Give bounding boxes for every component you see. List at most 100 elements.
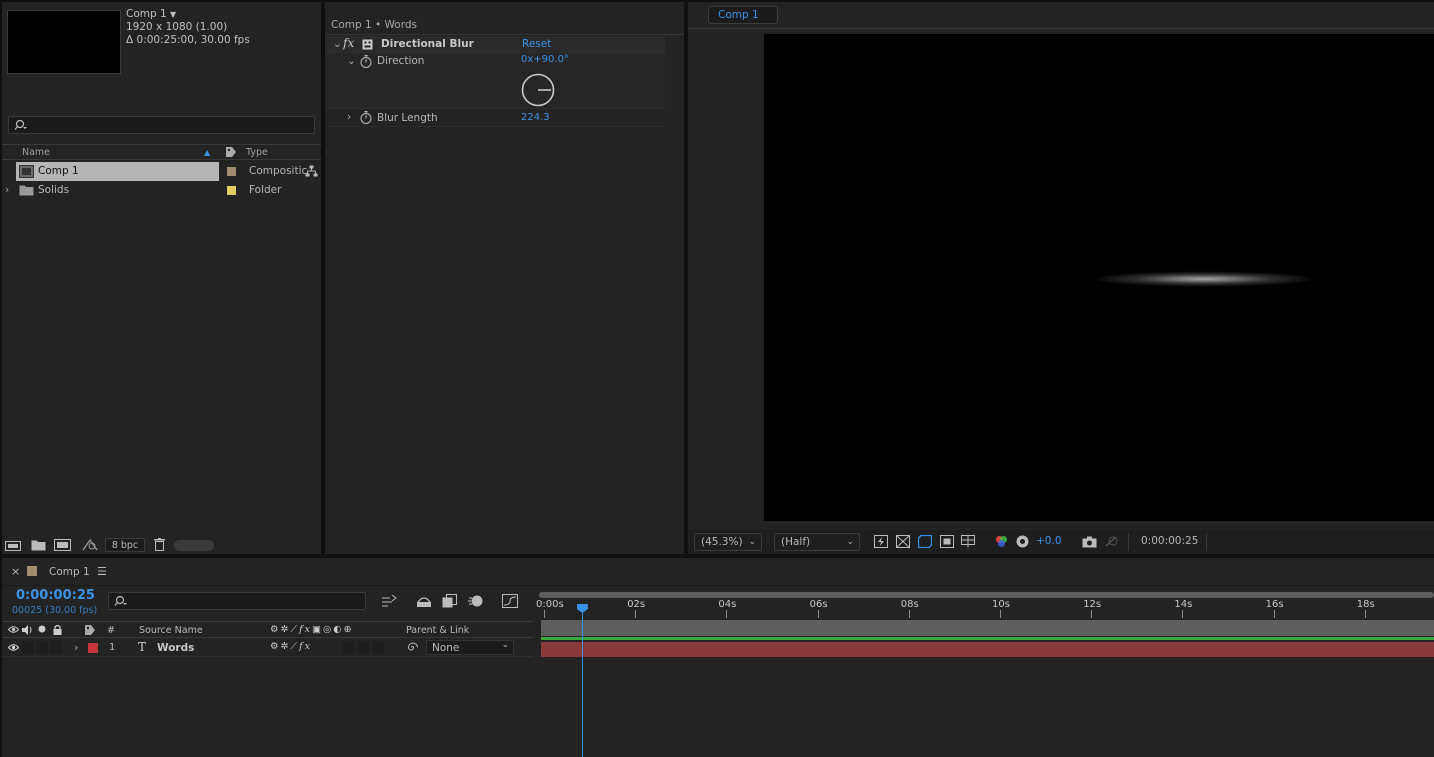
direction-label: Direction <box>377 55 425 67</box>
cache-indicator <box>541 637 1434 640</box>
speaker-icon[interactable] <box>22 625 33 635</box>
direction-value[interactable]: 0x+90.0° <box>521 54 569 65</box>
viewer-timecode[interactable]: 0:00:00:25 <box>1141 535 1198 547</box>
ruler-tick <box>726 610 728 618</box>
folder-icon[interactable] <box>31 539 46 551</box>
comp-info-name: Comp 1 <box>126 8 167 20</box>
ruler-label: 0:00s <box>536 599 564 610</box>
label-swatch[interactable] <box>227 167 236 176</box>
fx-icon[interactable]: fx <box>343 36 354 50</box>
comp-info-duration: Δ 0:00:25:00, 30.00 fps <box>126 34 250 46</box>
exposure-icon[interactable] <box>1016 535 1029 548</box>
column-source-name[interactable]: Source Name <box>139 625 203 636</box>
exposure-value[interactable]: +0.0 <box>1036 535 1062 547</box>
label-icon[interactable] <box>84 624 96 636</box>
composition-canvas[interactable] <box>764 34 1434 521</box>
sort-ascending-icon[interactable]: ▲ <box>204 148 210 157</box>
panel-menu-icon[interactable]: ☰ <box>97 565 107 578</box>
bpc-label[interactable]: 8 bpc <box>105 538 145 552</box>
project-item-solids[interactable]: › Solids Folder <box>2 181 321 200</box>
layer-switches[interactable]: ⚙✲⟋fx <box>270 641 312 652</box>
lock-icon[interactable] <box>53 624 62 635</box>
playhead[interactable] <box>576 604 588 757</box>
stopwatch-icon[interactable] <box>360 111 372 124</box>
project-item-label: Solids <box>38 184 70 196</box>
effect-directional-blur[interactable]: ⌄ fx Directional Blur Reset <box>325 36 665 53</box>
ruler-label: 08s <box>900 599 919 610</box>
region-of-interest-icon[interactable] <box>940 535 954 548</box>
chevron-right-icon[interactable]: › <box>74 641 78 654</box>
column-number[interactable]: # <box>107 625 115 636</box>
comp-mini-flowchart-icon[interactable] <box>382 595 398 607</box>
effect-preset-icon[interactable] <box>362 39 373 50</box>
eye-icon[interactable] <box>8 625 19 634</box>
zoom-dropdown[interactable]: (45.3%) ⌄ <box>694 533 762 551</box>
new-composition-icon[interactable] <box>54 539 71 551</box>
graph-editor-icon[interactable] <box>502 594 518 608</box>
timeline-panel: × Comp 1 ☰ 0:00:00:25 00025 (30.00 fps) <box>2 558 1434 757</box>
blur-length-value[interactable]: 224.3 <box>521 112 550 123</box>
chevron-right-icon[interactable]: › <box>347 111 351 123</box>
interpret-footage-icon[interactable] <box>5 539 21 551</box>
stopwatch-icon[interactable] <box>360 55 372 68</box>
layer-duration-bar[interactable] <box>541 642 1434 657</box>
resolution-dropdown[interactable]: (Half) ⌄ <box>774 533 860 551</box>
ruler-label: 12s <box>1083 599 1102 610</box>
camera-icon[interactable] <box>1082 536 1097 548</box>
flowchart-icon[interactable] <box>305 165 318 178</box>
mask-visibility-icon[interactable] <box>918 535 932 548</box>
flowchart-settings-icon[interactable] <box>82 539 98 551</box>
switches-icons: ⚙✲⟋fx▣◎◐⊕ <box>270 624 354 635</box>
ruler-tick <box>1273 610 1275 618</box>
fast-previews-icon[interactable] <box>874 535 888 548</box>
current-time[interactable]: 0:00:00:25 <box>16 588 95 603</box>
label-swatch[interactable] <box>227 186 236 195</box>
frame-blending-icon[interactable] <box>442 594 457 608</box>
reset-link[interactable]: Reset <box>522 38 551 50</box>
comp-thumbnail <box>7 10 121 74</box>
param-direction: ⌄ Direction 0x+90.0° <box>325 53 665 109</box>
viewer-tab-label: Comp 1 <box>718 9 759 21</box>
close-icon[interactable]: × <box>11 565 20 578</box>
chevron-down-icon[interactable]: ⌄ <box>347 55 356 67</box>
layer-name[interactable]: Words <box>157 642 194 654</box>
color-wheel-icon[interactable] <box>995 535 1008 548</box>
project-search-input[interactable] <box>8 116 315 134</box>
chevron-down-icon: ⌄ <box>846 537 854 547</box>
project-item-label: Comp 1 <box>38 165 79 177</box>
chevron-down-icon[interactable]: ⌄ <box>333 38 342 50</box>
timeline-search-input[interactable] <box>108 592 366 610</box>
motion-blur-icon[interactable] <box>468 594 483 608</box>
chevron-down-icon[interactable]: ▼ <box>170 10 176 19</box>
eye-icon[interactable] <box>8 643 19 652</box>
grid-guides-icon[interactable] <box>961 535 976 548</box>
transparency-grid-icon[interactable] <box>896 535 910 548</box>
angle-dial[interactable] <box>521 73 555 107</box>
trash-icon[interactable] <box>154 538 165 551</box>
column-name[interactable]: Name <box>22 147 50 158</box>
column-parent-link[interactable]: Parent & Link <box>406 625 469 636</box>
project-item-comp1[interactable]: Comp 1 Compositic <box>2 162 321 181</box>
composition-icon <box>19 165 34 178</box>
layer-row-words[interactable]: › 1 T Words ⚙✲⟋fx None ⌄ <box>2 639 533 657</box>
thumbnail-size-slider[interactable] <box>174 540 214 551</box>
ruler-label: 06s <box>809 599 828 610</box>
viewer-tab-comp1[interactable]: Comp 1 <box>708 6 778 24</box>
blurred-text-render <box>1054 264 1354 294</box>
label-icon[interactable] <box>225 146 237 158</box>
time-ruler[interactable]: 0:00s 02s 04s 06s 08s 10s 12s 14s 16s 18s <box>536 596 1434 620</box>
layer-label-swatch[interactable] <box>88 643 98 653</box>
draft-3d-icon[interactable] <box>416 594 432 608</box>
comp-duration-bar <box>541 620 1434 636</box>
solo-icon[interactable] <box>38 625 46 633</box>
ruler-tick <box>544 610 545 618</box>
chevron-right-icon[interactable]: › <box>5 184 9 196</box>
project-item-type: Folder <box>249 184 282 196</box>
parent-dropdown[interactable]: None ⌄ <box>426 640 514 655</box>
timeline-tab-label[interactable]: Comp 1 <box>49 566 90 578</box>
pickwhip-icon[interactable] <box>407 642 418 653</box>
layer-column-header: # Source Name ⚙✲⟋fx▣◎◐⊕ Parent & Link <box>2 621 533 638</box>
column-type[interactable]: Type <box>246 147 268 158</box>
composition-viewer-panel: Comp 1 (45.3%) ⌄ (Half) ⌄ +0.0 0:00:00:2… <box>688 2 1434 554</box>
show-snapshot-icon[interactable] <box>1104 535 1119 548</box>
